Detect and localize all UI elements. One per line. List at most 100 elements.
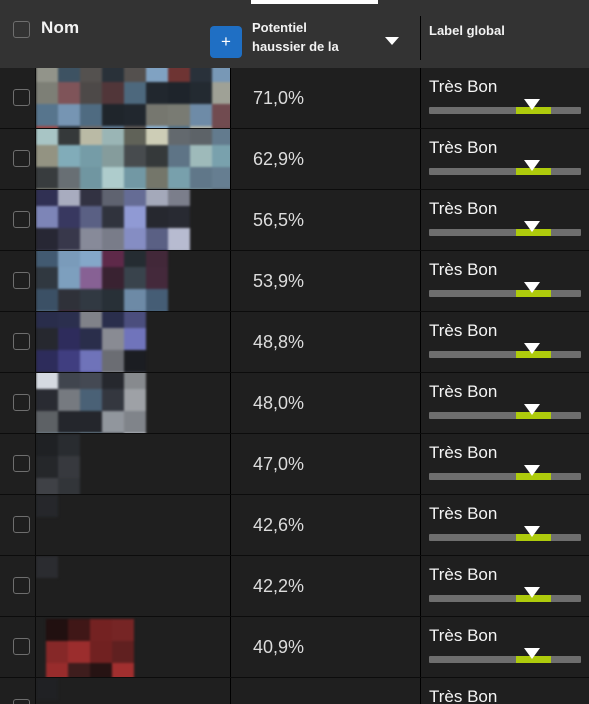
redacted-name-overlay	[36, 556, 58, 578]
row-select-checkbox[interactable]	[13, 150, 30, 167]
label-global-gauge	[429, 343, 581, 358]
redacted-name-overlay	[36, 434, 80, 494]
cell-label-global: Très Bon	[421, 495, 589, 555]
row-select-checkbox[interactable]	[13, 638, 30, 655]
add-column-button[interactable]: +	[210, 26, 242, 58]
cell-nom[interactable]	[36, 68, 230, 128]
label-global-value: Très Bon	[429, 504, 498, 523]
table-body: 71,0% Très Bon 62,9% Très Bon 56,5% Très Bon 5…	[0, 68, 589, 704]
redacted-name-overlay	[36, 495, 58, 517]
table-row[interactable]: 56,5% Très Bon	[0, 190, 589, 251]
row-select-checkbox[interactable]	[13, 272, 30, 289]
checkbox-box	[13, 638, 30, 655]
stock-screener-table: Nom + Potentiel haussier de la Label glo…	[0, 0, 589, 704]
cell-potentiel-haussier: 42,6%	[231, 495, 420, 555]
checkbox-box	[13, 333, 30, 350]
table-row[interactable]: 71,0% Très Bon	[0, 68, 589, 129]
potentiel-value: 71,0%	[253, 88, 305, 108]
label-global-gauge	[429, 465, 581, 480]
table-row[interactable]: 62,9% Très Bon	[0, 129, 589, 190]
label-global-value: Très Bon	[429, 626, 498, 645]
row-select-checkbox[interactable]	[13, 516, 30, 533]
cell-potentiel-haussier: 48,8%	[231, 312, 420, 372]
gauge-marker-triangle-icon	[524, 526, 541, 537]
cell-nom[interactable]	[36, 373, 230, 433]
cell-potentiel-haussier: 40,9%	[231, 617, 420, 677]
redacted-name-overlay	[36, 373, 146, 433]
cell-nom[interactable]	[36, 434, 230, 494]
redacted-name-overlay	[36, 678, 58, 700]
gauge-track	[429, 351, 581, 358]
label-global-value: Très Bon	[429, 77, 498, 96]
table-row[interactable]: 40,9% Très Bon	[0, 617, 589, 678]
cell-nom[interactable]	[36, 312, 230, 372]
cell-potentiel-haussier: 56,5%	[231, 190, 420, 250]
cell-nom[interactable]	[36, 129, 230, 189]
cell-label-global: Très Bon	[421, 617, 589, 677]
table-row[interactable]: 53,9% Très Bon	[0, 251, 589, 312]
cell-label-global: Très Bon	[421, 434, 589, 494]
row-select-checkbox[interactable]	[13, 699, 30, 704]
label-global-value: Très Bon	[429, 565, 498, 584]
header-column-divider	[420, 16, 421, 60]
label-global-gauge	[429, 404, 581, 419]
table-row[interactable]: 42,2% Très Bon	[0, 556, 589, 617]
cell-nom[interactable]	[36, 556, 230, 616]
cell-label-global: Très Bon	[421, 68, 589, 128]
table-row[interactable]: 47,0% Très Bon	[0, 434, 589, 495]
checkbox-box	[13, 699, 30, 704]
potentiel-value: 42,6%	[253, 515, 305, 535]
gauge-marker-triangle-icon	[524, 648, 541, 659]
potentiel-value: 47,0%	[253, 454, 305, 474]
column-header-label-global[interactable]: Label global	[429, 23, 505, 38]
potentiel-value: 48,8%	[253, 332, 305, 352]
cell-potentiel-haussier: 53,9%	[231, 251, 420, 311]
row-select-checkbox[interactable]	[13, 577, 30, 594]
column-header-nom[interactable]: Nom	[41, 18, 79, 38]
row-select-checkbox[interactable]	[13, 455, 30, 472]
label-global-value: Très Bon	[429, 199, 498, 218]
cell-label-global: Très Bon	[421, 678, 589, 704]
row-select-checkbox[interactable]	[13, 333, 30, 350]
cell-potentiel-haussier: 47,0%	[231, 434, 420, 494]
redacted-name-overlay	[46, 619, 134, 677]
potentiel-value: 42,2%	[253, 576, 305, 596]
cell-nom[interactable]	[36, 617, 230, 677]
cell-potentiel-haussier: 62,9%	[231, 129, 420, 189]
label-global-gauge	[429, 587, 581, 602]
potentiel-value: 40,9%	[253, 637, 305, 657]
cell-nom[interactable]	[36, 190, 230, 250]
gauge-track	[429, 656, 581, 663]
table-row[interactable]: Très Bon	[0, 678, 589, 704]
chevron-down-icon[interactable]	[385, 37, 399, 45]
gauge-marker-triangle-icon	[524, 587, 541, 598]
checkbox-box	[13, 455, 30, 472]
column-header-potentiel[interactable]: Potentiel haussier de la	[252, 18, 372, 56]
label-global-value: Très Bon	[429, 382, 498, 401]
column-header-potentiel-line1: Potentiel	[252, 20, 307, 35]
label-global-value: Très Bon	[429, 260, 498, 279]
table-row[interactable]: 48,0% Très Bon	[0, 373, 589, 434]
table-row[interactable]: 48,8% Très Bon	[0, 312, 589, 373]
select-all-checkbox[interactable]	[13, 21, 30, 38]
redacted-name-overlay	[36, 251, 168, 311]
checkbox-box	[13, 211, 30, 228]
gauge-track	[429, 290, 581, 297]
table-header: Nom + Potentiel haussier de la Label glo…	[0, 0, 589, 68]
label-global-value: Très Bon	[429, 321, 498, 340]
gauge-marker-triangle-icon	[524, 404, 541, 415]
row-select-checkbox[interactable]	[13, 89, 30, 106]
table-row[interactable]: 42,6% Très Bon	[0, 495, 589, 556]
row-select-checkbox[interactable]	[13, 394, 30, 411]
row-select-checkbox[interactable]	[13, 211, 30, 228]
redacted-name-overlay	[36, 190, 190, 250]
cell-nom[interactable]	[36, 251, 230, 311]
gauge-marker-triangle-icon	[524, 99, 541, 110]
cell-label-global: Très Bon	[421, 251, 589, 311]
checkbox-box	[13, 394, 30, 411]
cell-nom[interactable]	[36, 495, 230, 555]
redacted-name-overlay	[36, 312, 146, 372]
label-global-gauge	[429, 160, 581, 175]
cell-nom[interactable]	[36, 678, 230, 704]
checkbox-box	[13, 150, 30, 167]
